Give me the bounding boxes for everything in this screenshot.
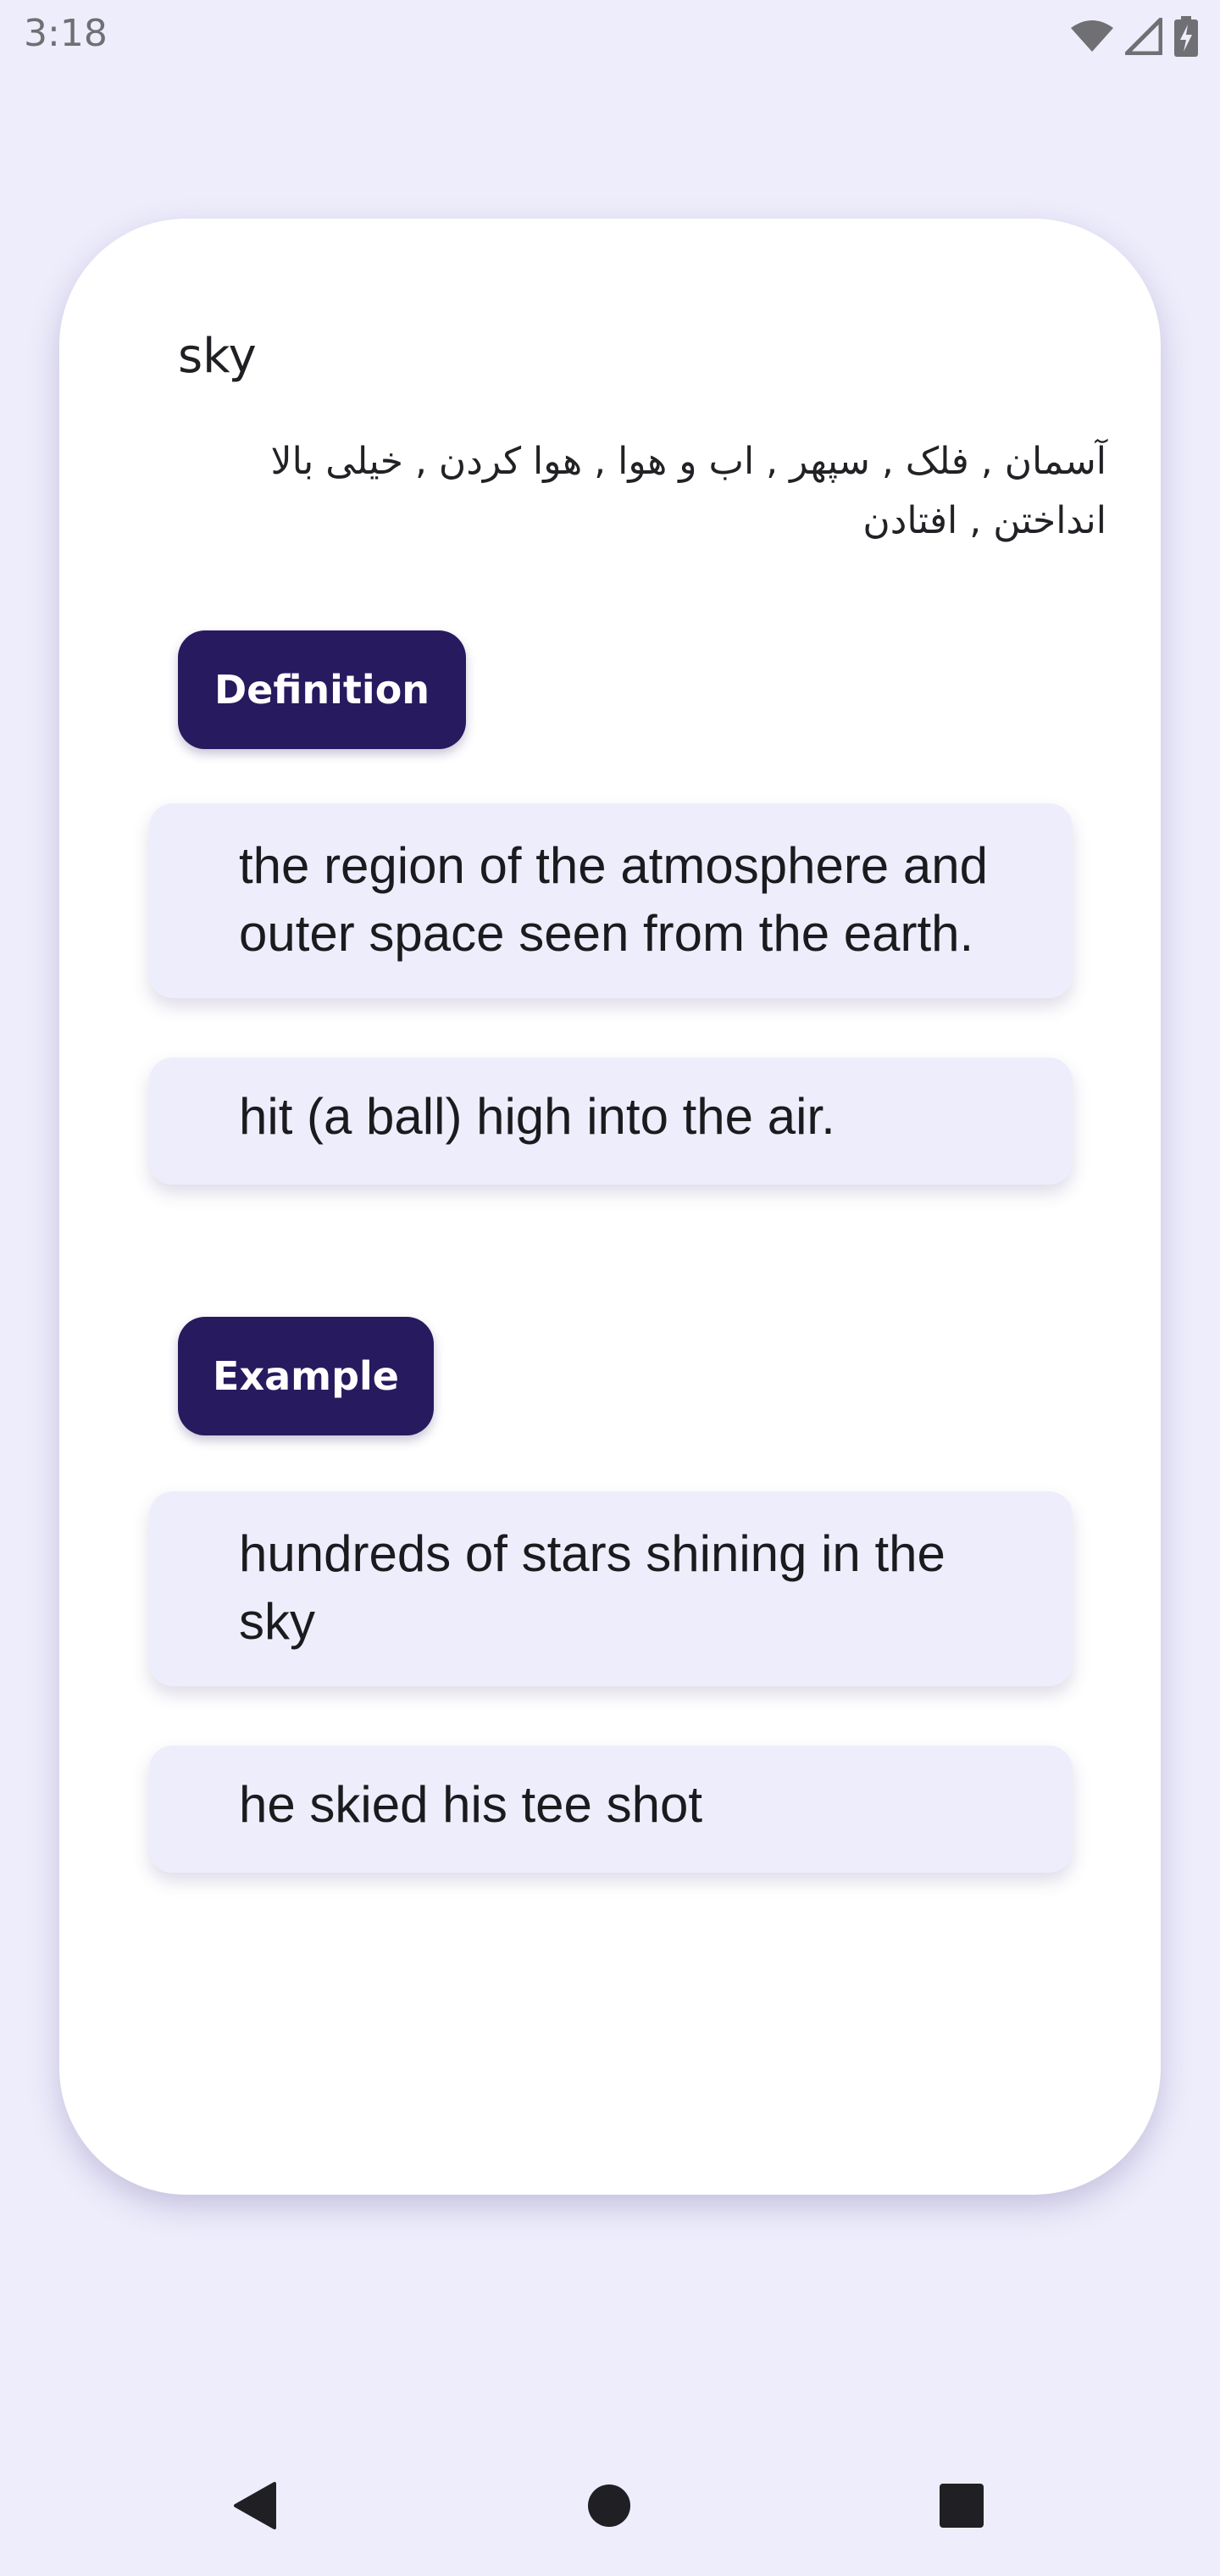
status-icons	[1071, 15, 1198, 58]
definition-item: the region of the atmosphere and outer s…	[149, 803, 1073, 998]
example-text: he skied his tee shot	[239, 1776, 703, 1833]
back-icon	[234, 2482, 276, 2529]
definition-text: the region of the atmosphere and outer s…	[239, 832, 1052, 968]
translation-line-2: انداختن , افتادن	[862, 499, 1106, 542]
back-button[interactable]	[225, 2476, 285, 2535]
word-card: sky آسمان , فلک , سپهر , اب و هوا , هوا …	[59, 219, 1161, 2195]
example-item: he skied his tee shot	[149, 1746, 1073, 1873]
home-icon	[588, 2484, 630, 2527]
wifi-icon	[1071, 19, 1113, 53]
navigation-bar	[0, 2457, 1220, 2551]
persian-translation: آسمان , فلک , سپهر , اب و هوا , هوا کردن…	[178, 432, 1106, 551]
recents-button[interactable]	[932, 2476, 991, 2535]
example-chip[interactable]: Example	[178, 1317, 434, 1435]
definition-text-line-2: outer space seen from the earth.	[239, 905, 974, 962]
recents-icon	[940, 2484, 984, 2528]
definition-chip[interactable]: Definition	[178, 630, 466, 749]
signal-icon	[1125, 18, 1162, 55]
battery-charging-icon	[1174, 16, 1198, 57]
example-text-line-2: sky	[239, 1593, 315, 1650]
example-item: hundreds of stars shining in the sky	[149, 1491, 1073, 1686]
home-button[interactable]	[580, 2476, 639, 2535]
definition-item: hit (a ball) high into the air.	[149, 1058, 1073, 1185]
definition-text-line-1: the region of the atmosphere and	[239, 837, 988, 894]
status-bar: 3:18	[0, 0, 1220, 73]
status-time: 3:18	[24, 12, 108, 55]
definition-text: hit (a ball) high into the air.	[239, 1088, 835, 1145]
example-text: hundreds of stars shining in the sky	[239, 1520, 1052, 1656]
example-text-line-1: hundreds of stars shining in the	[239, 1525, 946, 1582]
translation-line-1: آسمان , فلک , سپهر , اب و هوا , هوا کردن…	[270, 440, 1106, 483]
word-title: sky	[178, 329, 257, 384]
